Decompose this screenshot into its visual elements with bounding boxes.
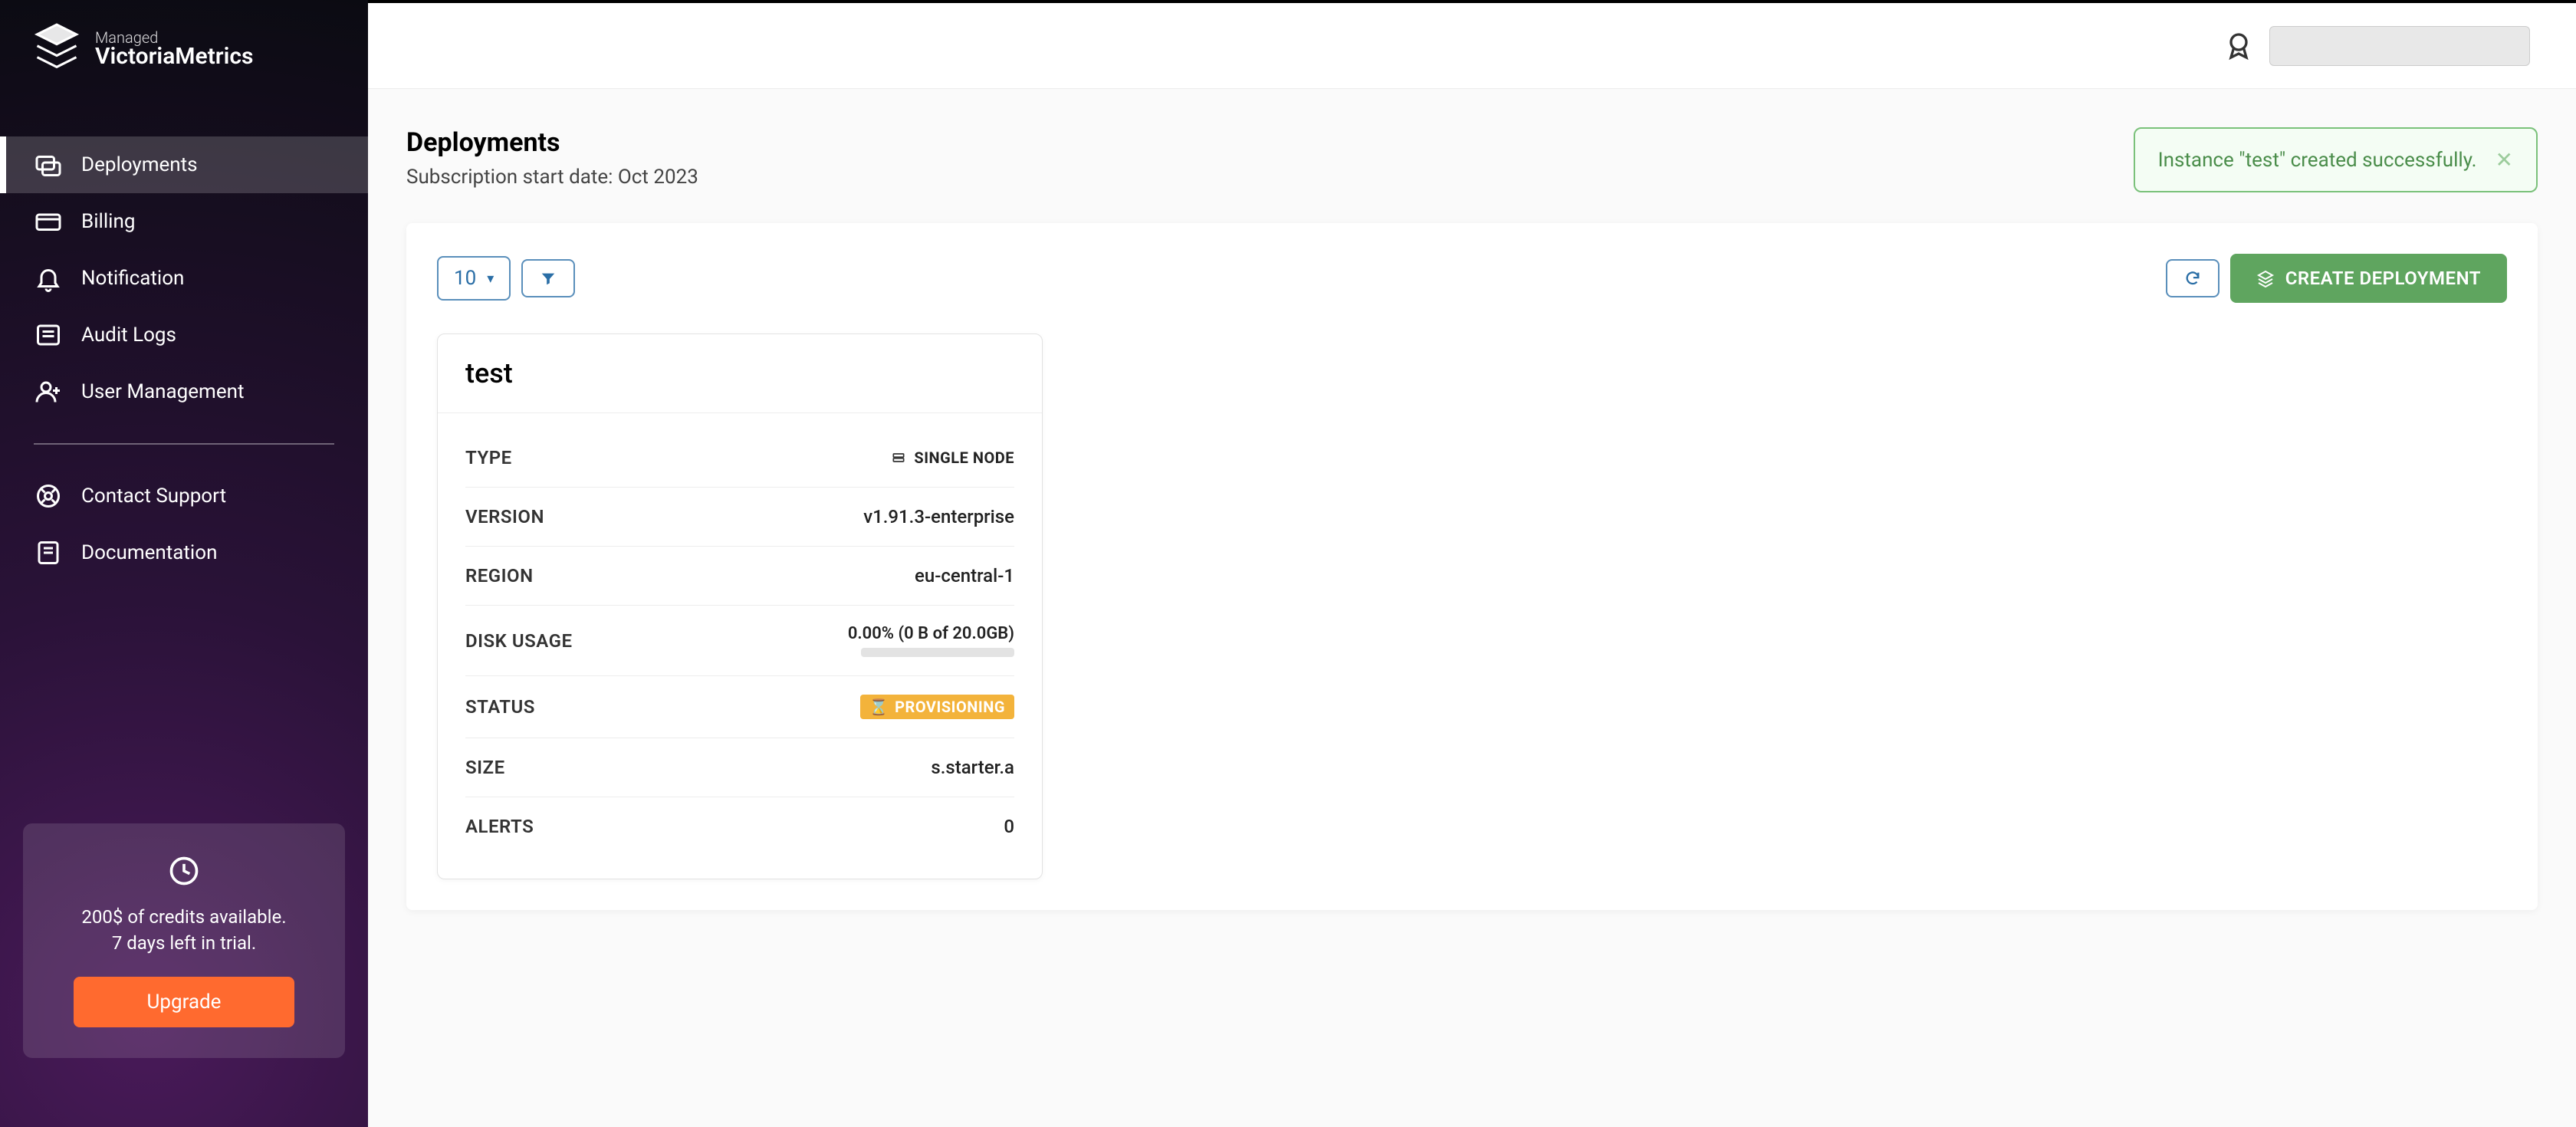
sidebar-item-label: Contact Support (81, 485, 226, 508)
deployments-icon (34, 150, 63, 179)
detail-value-size: s.starter.a (931, 757, 1014, 778)
sidebar-item-label: Notification (81, 267, 184, 290)
sidebar-item-contact-support[interactable]: Contact Support (0, 468, 368, 524)
sidebar-item-documentation[interactable]: Documentation (0, 524, 368, 581)
hourglass-icon: ⌛ (869, 698, 889, 716)
documentation-icon (34, 538, 63, 567)
success-alert: Instance "test" created successfully. ✕ (2134, 127, 2538, 192)
bell-icon (34, 264, 63, 293)
main: Deployments Subscription start date: Oct… (368, 0, 2576, 1127)
detail-label: STATUS (465, 696, 535, 718)
sidebar-item-billing[interactable]: Billing (0, 193, 368, 250)
sidebar-item-deployments[interactable]: Deployments (0, 136, 368, 193)
sidebar-item-notification[interactable]: Notification (0, 250, 368, 307)
trial-box: 200$ of credits available. 7 days left i… (23, 823, 345, 1058)
sidebar-item-label: Documentation (81, 541, 217, 564)
detail-row-disk: DISK USAGE 0.00% (0 B of 20.0GB) (465, 606, 1014, 676)
page-subtitle: Subscription start date: Oct 2023 (406, 166, 698, 189)
close-icon[interactable]: ✕ (2496, 147, 2513, 172)
toolbar: 10 ▾ (437, 254, 2507, 303)
detail-value-region: eu-central-1 (915, 565, 1014, 586)
create-deployment-button[interactable]: CREATE DEPLOYMENT (2230, 254, 2507, 303)
detail-row-size: SIZE s.starter.a (465, 738, 1014, 797)
trial-credits-text: 200$ of credits available. (46, 906, 322, 928)
detail-row-type: TYPE SINGLE NODE (465, 429, 1014, 488)
topbar (368, 0, 2576, 89)
page-title: Deployments (406, 127, 698, 158)
logo[interactable]: Managed VictoriaMetrics (0, 23, 368, 75)
detail-value-version: v1.91.3-enterprise (863, 506, 1014, 527)
deployment-name[interactable]: test (438, 334, 1042, 413)
chevron-down-icon: ▾ (487, 271, 494, 287)
status-badge: ⌛ PROVISIONING (860, 695, 1014, 719)
detail-label: DISK USAGE (465, 630, 573, 652)
audit-logs-icon (34, 320, 63, 350)
page-size-value: 10 (454, 267, 476, 290)
filter-button[interactable] (521, 259, 575, 297)
logo-managed-text: Managed (95, 30, 253, 45)
detail-label: VERSION (465, 506, 544, 527)
support-icon (34, 481, 63, 511)
user-management-icon (34, 377, 63, 406)
detail-row-alerts: ALERTS 0 (465, 797, 1014, 856)
sidebar-item-label: Deployments (81, 153, 198, 176)
filter-icon (540, 270, 557, 287)
upgrade-button[interactable]: Upgrade (74, 977, 294, 1027)
sidebar-item-audit-logs[interactable]: Audit Logs (0, 307, 368, 363)
clock-icon (46, 854, 322, 891)
primary-nav: Deployments Billing Noti (0, 136, 368, 581)
trial-days-text: 7 days left in trial. (46, 932, 322, 954)
alert-text: Instance "test" created successfully. (2158, 149, 2477, 172)
page-header: Deployments Subscription start date: Oct… (368, 89, 2576, 208)
detail-row-status: STATUS ⌛ PROVISIONING (465, 676, 1014, 738)
detail-row-version: VERSION v1.91.3-enterprise (465, 488, 1014, 547)
refresh-icon (2184, 270, 2201, 287)
detail-row-region: REGION eu-central-1 (465, 547, 1014, 606)
award-icon[interactable] (2223, 31, 2254, 61)
server-icon (891, 450, 906, 465)
sidebar: Managed VictoriaMetrics Deployments (0, 0, 368, 1127)
detail-label: TYPE (465, 447, 512, 468)
content-panel: 10 ▾ (406, 223, 2538, 910)
detail-value-disk: 0.00% (0 B of 20.0GB) (848, 624, 1014, 657)
sidebar-item-label: Audit Logs (81, 324, 176, 347)
layers-icon (2256, 269, 2275, 288)
create-deployment-label: CREATE DEPLOYMENT (2285, 268, 2481, 289)
deployment-card: test TYPE SINGLE NODE VERSION (437, 334, 1043, 879)
page-size-select[interactable]: 10 ▾ (437, 256, 511, 301)
sidebar-item-label: User Management (81, 380, 245, 403)
nav-separator (34, 443, 334, 445)
detail-label: REGION (465, 565, 534, 586)
sidebar-item-user-management[interactable]: User Management (0, 363, 368, 420)
sidebar-item-label: Billing (81, 210, 135, 233)
detail-value-type: SINGLE NODE (891, 449, 1014, 467)
billing-icon (34, 207, 63, 236)
logo-product-text: VictoriaMetrics (95, 45, 253, 68)
detail-label: ALERTS (465, 816, 534, 837)
disk-usage-bar (861, 648, 1014, 657)
disk-usage-text: 0.00% (0 B of 20.0GB) (848, 624, 1014, 643)
detail-value-alerts: 0 (1004, 816, 1014, 837)
refresh-button[interactable] (2166, 259, 2220, 297)
detail-label: SIZE (465, 757, 505, 778)
user-menu-placeholder[interactable] (2269, 26, 2530, 66)
